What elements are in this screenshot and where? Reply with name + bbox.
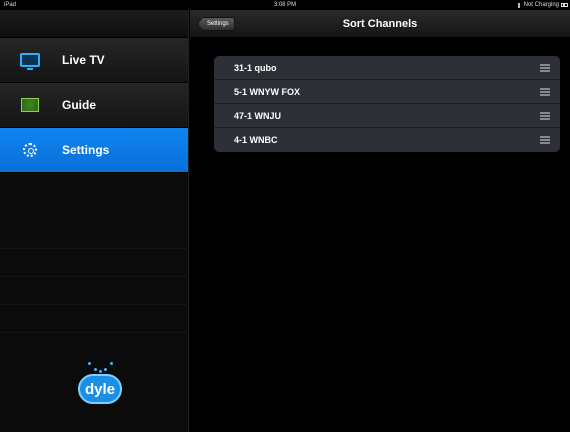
reorder-grip-icon[interactable] — [540, 111, 550, 120]
sidebar-item-label: Settings — [62, 143, 110, 157]
battery-label: Not Charging — [523, 2, 559, 8]
sidebar: Live TV Guide Settings dyle — [0, 10, 189, 432]
list-item[interactable]: 4-1 WNBC — [214, 128, 560, 152]
list-item[interactable]: 47-1 WNJU — [214, 104, 560, 128]
reorder-grip-icon[interactable] — [540, 63, 550, 72]
sidebar-item-guide[interactable]: Guide — [0, 83, 188, 128]
channel-list: 31-1 qubo 5-1 WNYW FOX 47-1 WNJU 4-1 WNB… — [214, 56, 560, 152]
plug-icon — [517, 2, 520, 8]
status-bar: iPad 3:08 PM Not Charging — [0, 0, 570, 10]
sidebar-item-settings[interactable]: Settings — [0, 128, 188, 173]
channel-name: 47-1 WNJU — [234, 110, 282, 121]
list-item[interactable]: 5-1 WNYW FOX — [214, 80, 560, 104]
antenna-icon — [86, 360, 114, 374]
gear-icon — [16, 138, 44, 162]
sidebar-item-label: Guide — [62, 98, 97, 112]
sidebar-header — [0, 10, 188, 38]
guide-icon — [16, 93, 44, 117]
sidebar-item-live-tv[interactable]: Live TV — [0, 38, 188, 83]
sidebar-empty-area — [0, 221, 189, 333]
battery-icon — [561, 3, 568, 7]
list-item[interactable]: 31-1 qubo — [214, 56, 560, 80]
logo-text: dyle — [78, 374, 122, 404]
sidebar-item-label: Live TV — [62, 53, 105, 67]
reorder-grip-icon[interactable] — [540, 136, 550, 144]
clock: 3:08 PM — [273, 2, 297, 8]
navigation-bar: Settings Sort Channels — [190, 10, 570, 38]
main-panel: Settings Sort Channels 31-1 qubo 5-1 WNY… — [190, 10, 570, 432]
channel-name: 5-1 WNYW FOX — [234, 86, 301, 97]
reorder-grip-icon[interactable] — [540, 87, 550, 96]
battery-status: Not Charging — [517, 0, 568, 10]
dyle-logo: dyle — [78, 360, 122, 408]
page-title: Sort Channels — [342, 18, 418, 30]
channel-name: 4-1 WNBC — [234, 135, 278, 145]
channel-name: 31-1 qubo — [234, 62, 277, 73]
tv-icon — [16, 48, 44, 72]
